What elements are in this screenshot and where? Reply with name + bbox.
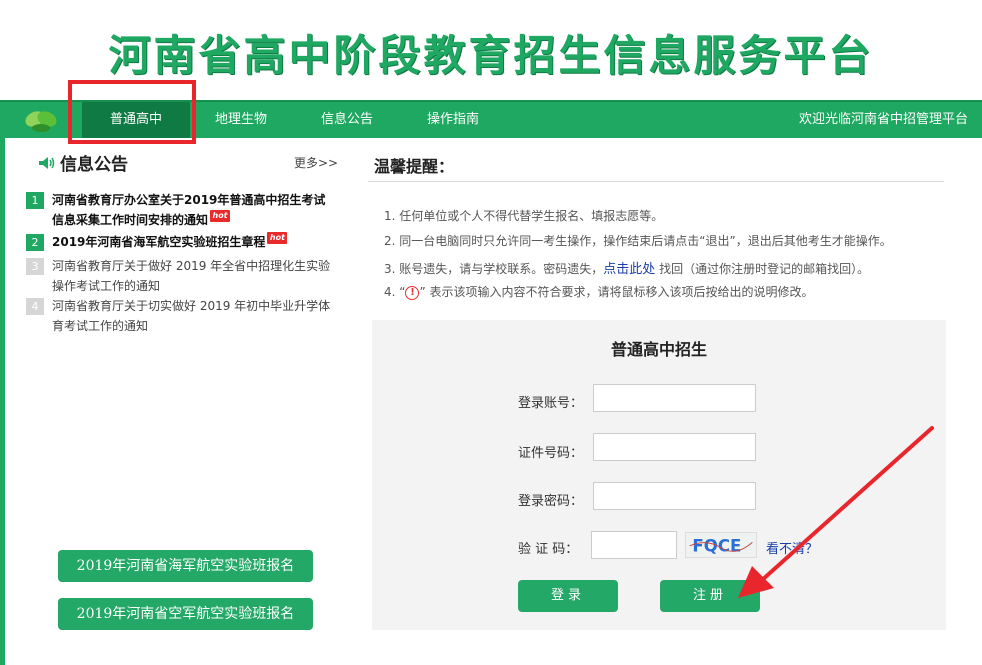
login-title: 普通高中招生 bbox=[610, 340, 707, 359]
tips-title: 温馨提醒： bbox=[374, 157, 455, 176]
announcements-panel: 信息公告 更多>> 1 河南省教育厅办公室关于2019年普通高中招生考试信息采集… bbox=[0, 138, 356, 665]
announcements-header: 信息公告 bbox=[38, 150, 128, 175]
list-item[interactable]: 4 河南省教育厅关于切实做好 2019 年初中毕业升学体育考试工作的通知 bbox=[26, 296, 356, 336]
captcha-input[interactable] bbox=[591, 531, 677, 559]
refresh-captcha-link[interactable]: 看不清？ bbox=[766, 538, 818, 557]
account-label: 登录账号： bbox=[518, 396, 584, 411]
password-label: 登录密码： bbox=[518, 494, 584, 509]
tip-1: 1. 任何单位或个人不得代替学生报名、填报志愿等。 bbox=[384, 209, 664, 223]
tip-4: 4. “!” 表示该项输入内容不符合要求，请将鼠标移入该项后按给出的说明修改。 bbox=[384, 285, 814, 300]
airforce-aviation-signup-button[interactable]: 2019年河南省空军航空实验班报名 bbox=[58, 598, 313, 630]
register-button[interactable]: 注册 bbox=[660, 580, 760, 612]
announcements-title: 信息公告 bbox=[60, 155, 128, 175]
list-item[interactable]: 1 河南省教育厅办公室关于2019年普通高中招生考试信息采集工作时间安排的通知 h… bbox=[26, 190, 356, 230]
news-link[interactable]: 河南省教育厅关于切实做好 2019 年初中毕业升学体育考试工作的通知 bbox=[52, 296, 332, 336]
hot-badge-icon: hot bbox=[210, 210, 231, 222]
warning-icon: ! bbox=[405, 285, 420, 300]
recover-password-link[interactable]: 点击此处 bbox=[603, 262, 655, 277]
leaf-logo-icon bbox=[25, 111, 57, 132]
nav-tab-geography-biology[interactable]: 地理生物 bbox=[196, 102, 286, 138]
item-number: 4 bbox=[26, 298, 44, 315]
hot-badge-icon: hot bbox=[267, 232, 288, 244]
welcome-text: 欢迎光临河南省中招管理平台 bbox=[798, 112, 968, 127]
tip-2: 2. 同一台电脑同时只允许同一考生操作，操作结束后请点击“退出”，退出后其他考生… bbox=[384, 234, 892, 248]
tip-3: 3. 账号遗失，请与学校联系。密码遗失，点击此处 找回（通过你注册时登记的邮箱找… bbox=[384, 262, 870, 277]
item-number: 1 bbox=[26, 192, 44, 209]
divider bbox=[368, 181, 944, 182]
nav-tab-announcements[interactable]: 信息公告 bbox=[302, 102, 392, 138]
news-link[interactable]: 河南省教育厅关于做好 2019 年全省中招理化生实验操作考试工作的通知 bbox=[52, 256, 332, 296]
captcha-image[interactable]: FQCE bbox=[685, 532, 757, 558]
item-number: 2 bbox=[26, 234, 44, 251]
main-nav: 普通高中 地理生物 信息公告 操作指南 欢迎光临河南省中招管理平台 bbox=[0, 100, 982, 138]
account-input[interactable] bbox=[593, 384, 756, 412]
list-item[interactable]: 2 2019年河南省海军航空实验班招生章程 hot bbox=[26, 232, 356, 252]
login-panel: 普通高中招生 登录账号： 证件号码： 登录密码： 验 证 码： FQCE 看不清… bbox=[372, 320, 946, 630]
navy-aviation-signup-button[interactable]: 2019年河南省海军航空实验班报名 bbox=[58, 550, 313, 582]
news-link[interactable]: 2019年河南省海军航空实验班招生章程 bbox=[52, 235, 265, 249]
more-link[interactable]: 更多>> bbox=[294, 154, 338, 171]
item-number: 3 bbox=[26, 258, 44, 275]
speaker-icon bbox=[39, 156, 55, 169]
password-input[interactable] bbox=[593, 482, 756, 510]
site-title: 河南省高中阶段教育招生信息服务平台 bbox=[108, 31, 874, 80]
id-number-label: 证件号码： bbox=[518, 446, 584, 461]
left-edge bbox=[0, 138, 5, 665]
id-number-input[interactable] bbox=[593, 433, 756, 461]
news-link[interactable]: 河南省教育厅办公室关于2019年普通高中招生考试信息采集工作时间安排的通知 bbox=[52, 193, 325, 227]
captcha-label: 验 证 码： bbox=[518, 542, 579, 557]
header-banner: 河南省高中阶段教育招生信息服务平台 bbox=[0, 0, 982, 100]
list-item[interactable]: 3 河南省教育厅关于做好 2019 年全省中招理化生实验操作考试工作的通知 bbox=[26, 256, 356, 296]
login-button[interactable]: 登录 bbox=[518, 580, 618, 612]
nav-tab-guide[interactable]: 操作指南 bbox=[408, 102, 498, 138]
nav-tab-general-high-school[interactable]: 普通高中 bbox=[82, 102, 190, 138]
